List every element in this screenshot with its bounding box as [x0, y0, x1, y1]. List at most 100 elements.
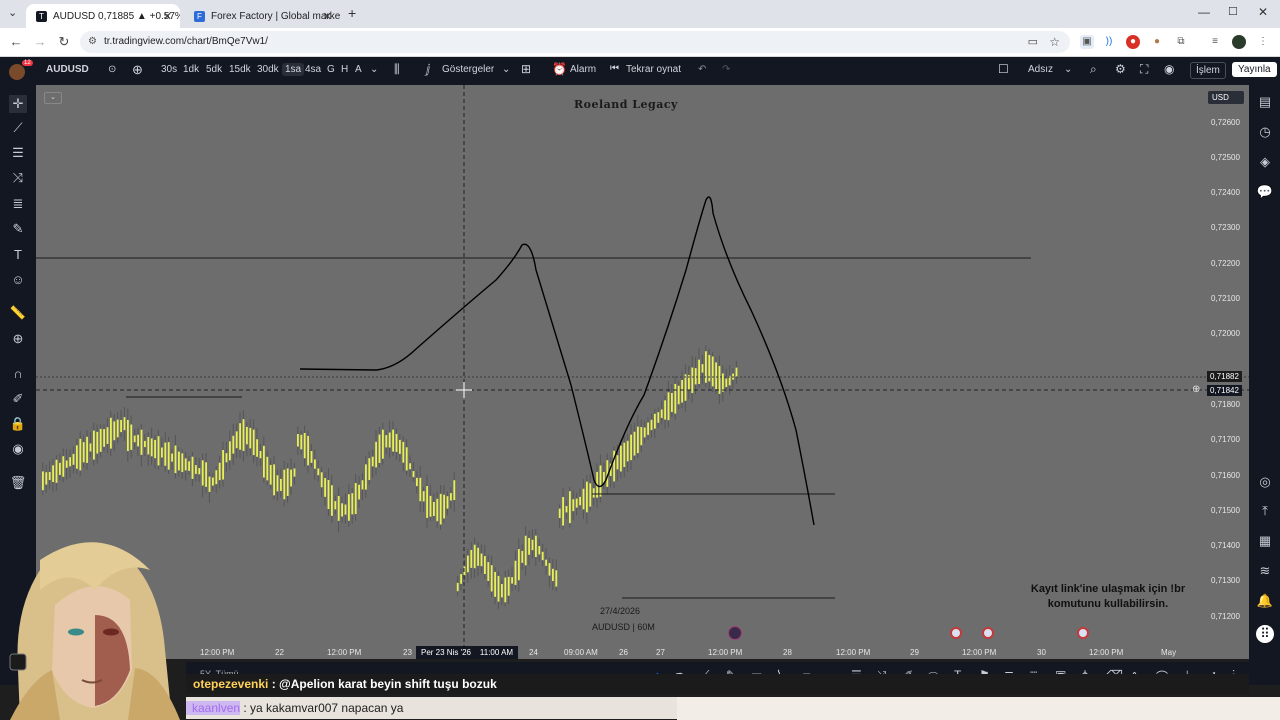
interval-1sa[interactable]: 1sa	[282, 63, 305, 76]
candle	[524, 535, 527, 566]
tab-list-icon[interactable]: ⌄	[8, 6, 17, 19]
extension-screen-icon[interactable]: ▣	[1080, 35, 1094, 49]
currency-button[interactable]: USD	[1208, 91, 1244, 104]
extension-sound-icon[interactable]: ))	[1102, 35, 1116, 49]
lock-drawing-icon[interactable]: ✐	[9, 390, 27, 408]
emoji-icon[interactable]: ☺	[9, 271, 27, 289]
flag-us-icon[interactable]	[1077, 627, 1089, 639]
redo-icon[interactable]: ↷	[722, 64, 730, 75]
brush-icon[interactable]: ✎	[9, 220, 27, 238]
lock-icon[interactable]: 🔒	[9, 415, 27, 433]
zoom-icon[interactable]: ⊕	[9, 330, 27, 348]
window-close-icon[interactable]: ✕	[1258, 5, 1268, 19]
candle	[405, 447, 408, 471]
compare-add-icon[interactable]: ⊕	[132, 62, 143, 78]
interval-15dk[interactable]: 15dk	[229, 64, 251, 75]
interval-30dk[interactable]: 30dk	[257, 64, 279, 75]
alerts-clock-icon[interactable]: ◷	[1256, 123, 1274, 141]
playlist-icon[interactable]: ≡	[1208, 35, 1222, 49]
tab-forex-factory[interactable]: F Forex Factory | Global markets ✕	[184, 4, 340, 28]
symbol-settings-icon[interactable]: ⊙	[108, 64, 116, 75]
text-tool-icon[interactable]: T	[9, 246, 27, 264]
time-tick-label: 12:00 PM	[962, 648, 997, 657]
candle	[365, 464, 367, 490]
notifications-icon[interactable]: 🔔	[1256, 592, 1274, 610]
publish-button[interactable]: Yayınla	[1232, 62, 1277, 77]
interval-5dk[interactable]: 5dk	[206, 64, 222, 75]
replay-button[interactable]: Tekrar oynat	[626, 64, 681, 75]
url-field[interactable]: ⚙ tr.tradingview.com/chart/BmQe7Vw1/ ☆ ▭	[80, 31, 1070, 53]
user-avatar[interactable]	[9, 64, 25, 80]
interval-h[interactable]: H	[341, 64, 348, 75]
undo-icon[interactable]: ↶	[698, 64, 706, 75]
eye-icon[interactable]: ◉	[9, 440, 27, 458]
horizontal-lines-icon[interactable]: ☰	[9, 144, 27, 162]
candle	[433, 501, 435, 517]
trash-icon[interactable]: 🗑	[9, 474, 27, 492]
extension-cookie-icon[interactable]: ●	[1150, 35, 1164, 49]
candle	[450, 493, 452, 501]
target-icon[interactable]: ◎	[1256, 473, 1274, 491]
flag-us-icon[interactable]	[950, 627, 962, 639]
settings-icon[interactable]: ⚙	[1115, 62, 1126, 76]
event-icon[interactable]	[728, 626, 742, 640]
add-alert-icon[interactable]: ⊕	[1192, 384, 1200, 395]
minimize-icon[interactable]: —	[1198, 5, 1210, 19]
interval-a[interactable]: A	[355, 64, 362, 75]
extensions-puzzle-icon[interactable]: ⧉	[1174, 35, 1188, 49]
tab-tradingview[interactable]: T AUDUSD 0,71885 ▲ +0.57% Ad ✕	[26, 4, 180, 28]
trendline-icon[interactable]: ⟋	[9, 119, 27, 137]
alarm-button[interactable]: Alarm	[570, 64, 596, 75]
chevron-down-icon[interactable]: ⌄	[502, 64, 510, 75]
collapse-legend-icon[interactable]: ⌄	[44, 92, 62, 104]
crosshair-icon[interactable]: ✛	[9, 95, 27, 113]
close-icon[interactable]: ✕	[323, 10, 332, 23]
indicators-button[interactable]: Göstergeler	[442, 64, 494, 75]
reload-icon[interactable]: ↻	[56, 34, 72, 50]
camera-icon[interactable]: ◉	[1164, 62, 1174, 76]
calendar-icon[interactable]: ▦	[1256, 532, 1274, 550]
symbol-search[interactable]: AUDUSD	[46, 64, 89, 75]
candle	[259, 450, 262, 459]
layout-square-icon[interactable]: ☐	[998, 62, 1009, 76]
candle-type-icon[interactable]: ⫼	[394, 62, 400, 77]
trade-button[interactable]: İşlem	[1190, 62, 1226, 79]
close-icon[interactable]: ✕	[163, 10, 172, 23]
new-tab-button[interactable]: +	[348, 5, 356, 21]
interval-4sa[interactable]: 4sa	[305, 64, 321, 75]
apps-grid-icon[interactable]: ⠿	[1256, 625, 1274, 643]
flag-us-icon[interactable]	[982, 627, 994, 639]
layout-name[interactable]: Adsız	[1028, 64, 1053, 75]
forward-icon[interactable]: →	[32, 34, 48, 49]
chevron-down-icon[interactable]: ⌄	[370, 64, 378, 75]
layers-icon[interactable]: ◈	[1256, 153, 1274, 171]
fullscreen-icon[interactable]: ⛶	[1140, 62, 1148, 77]
browser-menu-icon[interactable]: ⋮	[1256, 35, 1270, 49]
candle	[504, 577, 507, 603]
ruler-icon[interactable]: 📏	[9, 304, 27, 322]
interval-30s[interactable]: 30s	[161, 64, 177, 75]
fib-icon[interactable]: ≣	[9, 195, 27, 213]
layouts-icon[interactable]: ⊞	[521, 62, 531, 76]
search-icon[interactable]: ⌕	[1090, 62, 1097, 77]
maximize-icon[interactable]: ☐	[1228, 5, 1238, 18]
chevron-down-icon[interactable]: ⌄	[1064, 64, 1072, 75]
site-info-icon[interactable]: ⚙	[88, 31, 97, 53]
extension-red-icon[interactable]: ●	[1126, 35, 1140, 49]
candle	[494, 571, 496, 597]
install-app-icon[interactable]: ▭	[1028, 31, 1038, 53]
news-icon[interactable]: ≋	[1256, 562, 1274, 580]
bookmark-icon[interactable]: ☆	[1049, 31, 1060, 53]
back-icon[interactable]: ←	[8, 34, 24, 49]
interval-g[interactable]: G	[327, 64, 335, 75]
chart-pane[interactable]: Roeland Legacy ⌄ 27/4/2026 AUDUSD | 60M …	[36, 85, 1249, 659]
chat-icon[interactable]: 💬	[1256, 183, 1274, 201]
profile-avatar[interactable]	[1232, 35, 1246, 49]
price-chart[interactable]	[36, 85, 1249, 659]
pattern-icon[interactable]: ⤨	[9, 169, 27, 187]
collapse-icon[interactable]: ⤒	[1256, 502, 1274, 520]
last-price-label: 0,71882	[1207, 371, 1242, 382]
interval-1dk[interactable]: 1dk	[183, 64, 199, 75]
watchlist-icon[interactable]: ▤	[1256, 93, 1274, 111]
magnet-icon[interactable]: ∩	[9, 365, 27, 383]
